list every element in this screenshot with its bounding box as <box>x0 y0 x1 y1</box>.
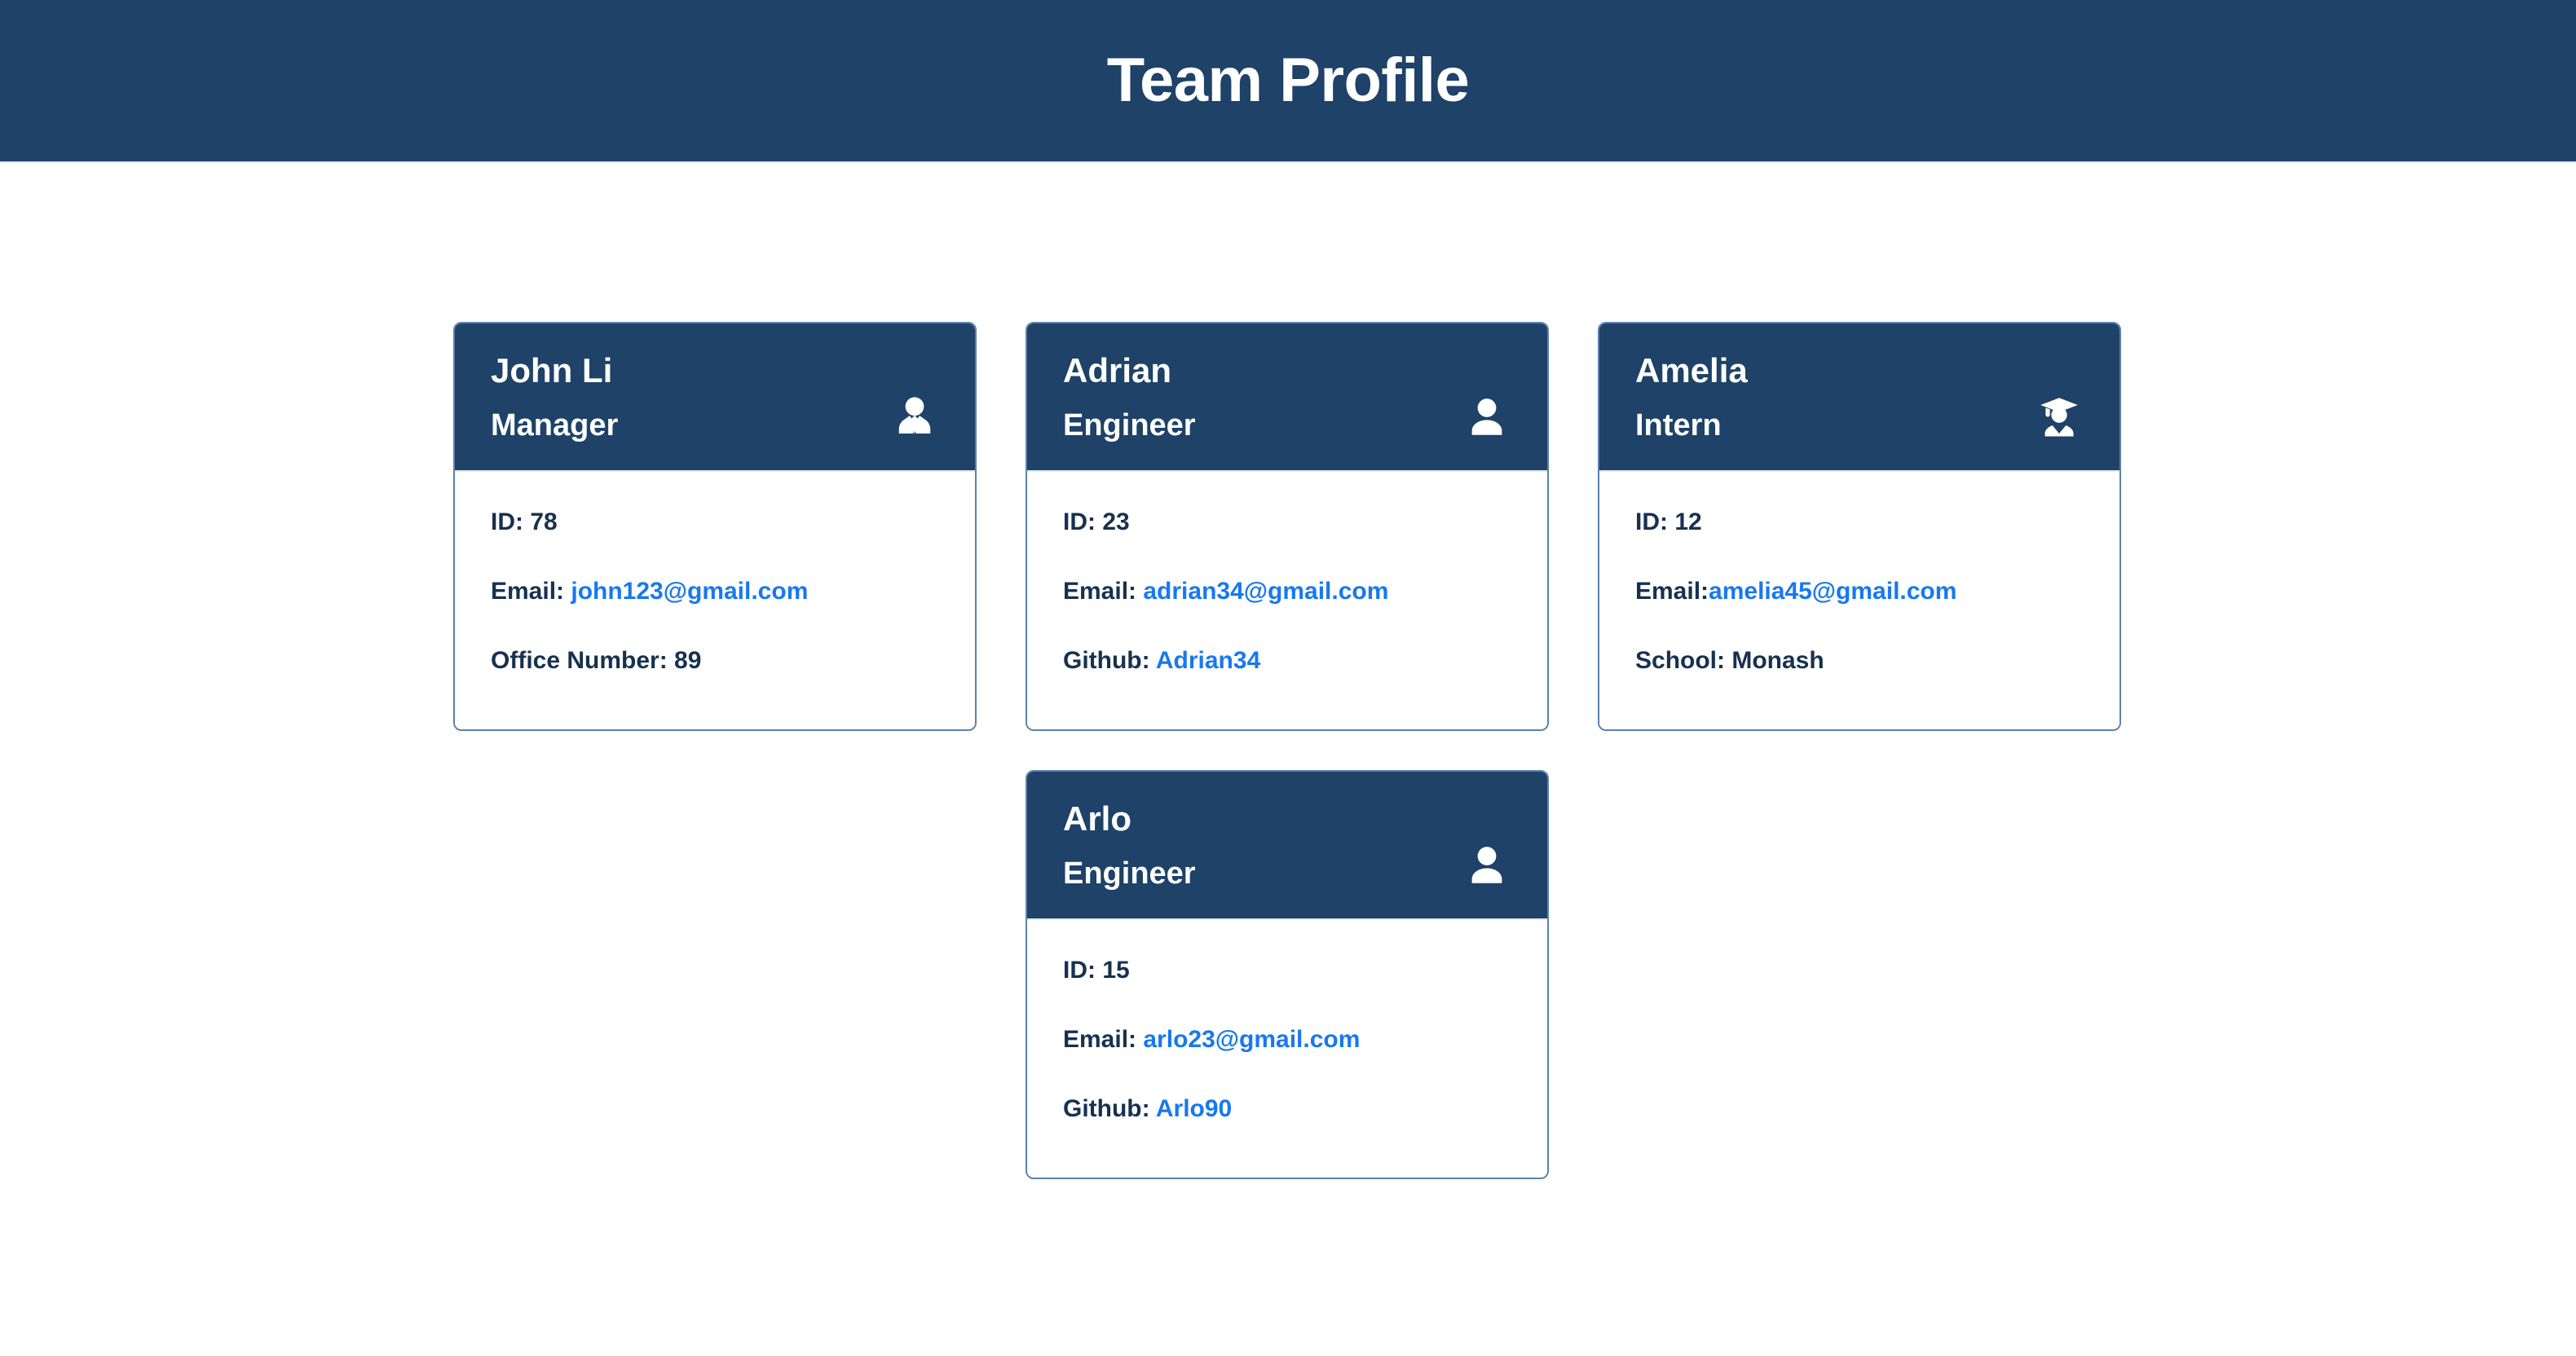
profile-role: Engineer <box>1063 408 1196 443</box>
user-icon <box>1462 392 1511 441</box>
profile-card-header-text: Arlo Engineer <box>1063 799 1196 892</box>
profile-field-value: 89 <box>674 646 702 674</box>
profile-name: John Li <box>491 351 613 390</box>
profile-field: ID: 12 <box>1635 508 2084 537</box>
profile-card-header: Adrian Engineer <box>1027 324 1547 472</box>
profile-field: Office Number: 89 <box>491 646 939 676</box>
profile-field-link[interactable]: john123@gmail.com <box>571 578 808 605</box>
profile-name: Arlo <box>1063 799 1131 838</box>
profile-field: ID: 78 <box>491 508 939 537</box>
user-icon <box>1462 840 1511 889</box>
profile-field-value: 12 <box>1674 508 1702 535</box>
profile-field: Email: adrian34@gmail.com <box>1063 577 1511 606</box>
profile-field: Github: Adrian34 <box>1063 646 1511 676</box>
profile-field-label: Email: <box>1635 577 1709 605</box>
profile-field-label: ID: <box>1635 508 1668 535</box>
profile-field-link[interactable]: amelia45@gmail.com <box>1709 578 1956 605</box>
profile-card: John Li Manager ID: 78 Email: john123@gmail… <box>453 322 977 731</box>
profile-field: Email:amelia45@gmail.com <box>1635 577 2084 606</box>
profile-field-link[interactable]: Adrian34 <box>1156 647 1260 674</box>
page-title: Team Profile <box>1106 46 1470 115</box>
profile-card-header-text: John Li Manager <box>491 351 619 443</box>
profile-card-header-text: Adrian Engineer <box>1063 351 1196 443</box>
profile-field: Email: john123@gmail.com <box>491 577 939 606</box>
profile-field: Email: arlo23@gmail.com <box>1063 1025 1511 1054</box>
profile-field-link[interactable]: adrian34@gmail.com <box>1143 578 1388 605</box>
profile-card-body: ID: 78 Email: john123@gmail.com Office Num… <box>455 471 975 729</box>
profile-field-value: 15 <box>1102 956 1130 984</box>
profile-role: Engineer <box>1063 856 1196 892</box>
profile-name: Adrian <box>1063 351 1172 390</box>
profile-card-header: Arlo Engineer <box>1027 771 1547 920</box>
profile-role: Intern <box>1635 408 1722 443</box>
profile-card: Arlo Engineer ID: 15 Email: arlo23@gmail.co… <box>1026 769 1549 1179</box>
profile-field-label: Github: <box>1063 1094 1150 1122</box>
profile-field: Github: Arlo90 <box>1063 1094 1511 1124</box>
profile-field-link[interactable]: Arlo90 <box>1156 1095 1232 1122</box>
card-row-2: Arlo Engineer ID: 15 Email: arlo23@gmail.co… <box>453 769 2576 1179</box>
page-header-banner: Team Profile <box>0 0 2576 163</box>
profile-field-label: Email: <box>491 577 565 605</box>
profile-field-label: ID: <box>491 508 523 535</box>
profile-card-header-text: Amelia Intern <box>1635 351 1748 443</box>
profile-field-separator <box>1150 647 1156 674</box>
profile-name: Amelia <box>1635 351 1748 390</box>
profile-field-label: Office Number: <box>491 646 668 674</box>
team-card-board: John Li Manager ID: 78 Email: john123@gmail… <box>0 163 2576 1179</box>
profile-field-label: Email: <box>1063 577 1137 605</box>
profile-card-header: Amelia Intern <box>1599 324 2119 472</box>
profile-field-label: Email: <box>1063 1025 1137 1053</box>
profile-field-label: ID: <box>1063 508 1096 535</box>
profile-card-body: ID: 12 Email:amelia45@gmail.com School: Mo… <box>1599 471 2119 729</box>
profile-field-value: 23 <box>1102 508 1130 535</box>
user-tie-icon <box>890 392 939 441</box>
profile-field-link[interactable]: arlo23@gmail.com <box>1143 1026 1360 1053</box>
profile-field-separator <box>1150 1095 1156 1122</box>
profile-card-header: John Li Manager <box>455 324 975 472</box>
profile-field-value: Monash <box>1731 646 1824 674</box>
profile-field-value: 78 <box>530 508 558 535</box>
profile-field: School: Monash <box>1635 646 2084 676</box>
profile-field-label: ID: <box>1063 956 1096 984</box>
profile-field-separator <box>668 647 674 674</box>
user-graduate-icon <box>2035 392 2084 441</box>
profile-card: Adrian Engineer ID: 23 Email: adrian34@gmai… <box>1026 322 1549 731</box>
profile-role: Manager <box>491 408 619 443</box>
profile-field-label: School: <box>1635 646 1725 674</box>
profile-field: ID: 15 <box>1063 956 1511 985</box>
profile-field-label: Github: <box>1063 646 1150 674</box>
card-row-1: John Li Manager ID: 78 Email: john123@gmail… <box>453 322 2576 731</box>
profile-card: Amelia Intern ID: 12 Email:amelia45@gmail.c… <box>1598 322 2121 731</box>
profile-card-body: ID: 15 Email: arlo23@gmail.com Github: Arl… <box>1027 919 1547 1178</box>
profile-field: ID: 23 <box>1063 508 1511 537</box>
profile-card-body: ID: 23 Email: adrian34@gmail.com Github: A… <box>1027 471 1547 729</box>
